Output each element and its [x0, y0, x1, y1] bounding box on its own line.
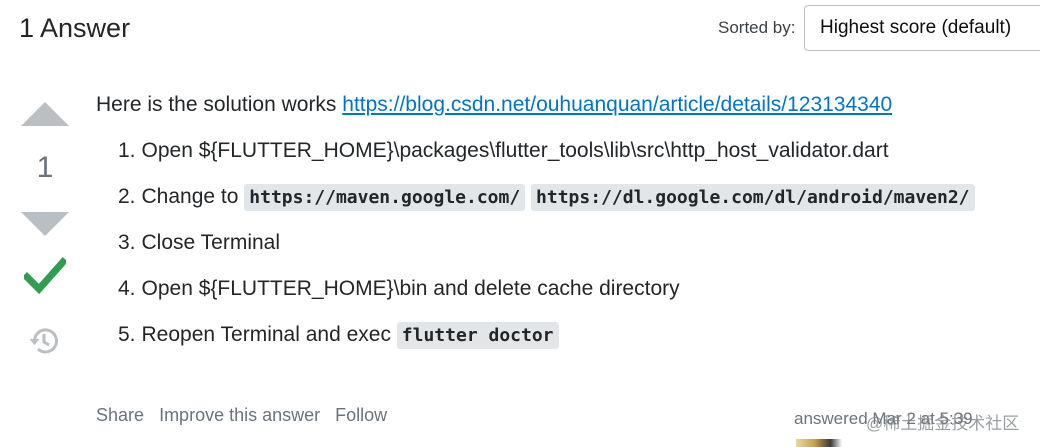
code-snippet: flutter doctor: [396, 322, 559, 349]
list-item: 3. Close Terminal: [96, 226, 1036, 260]
step-text: Reopen Terminal and exec: [141, 323, 397, 346]
sort-label: Sorted by:: [718, 18, 796, 37]
steps-list: 1. Open ${FLUTTER_HOME}\packages\flutter_…: [96, 134, 1036, 352]
step-text: Open ${FLUTTER_HOME}\packages\flutter_to…: [141, 139, 889, 162]
avatar[interactable]: [796, 439, 842, 447]
follow-link[interactable]: Follow: [335, 405, 387, 425]
step-text: Change to: [141, 185, 245, 208]
code-snippet: https://maven.google.com/: [244, 184, 526, 211]
answer-count-heading: 1 Answer: [19, 13, 131, 43]
list-item: 1. Open ${FLUTTER_HOME}\packages\flutter_…: [96, 134, 1036, 168]
step-number: 4.: [118, 277, 136, 300]
answer-body: Here is the solution works https://blog.…: [96, 88, 1036, 364]
step-text: Open ${FLUTTER_HOME}\bin and delete cach…: [141, 277, 680, 300]
step-number: 2.: [118, 185, 136, 208]
intro-paragraph: Here is the solution works https://blog.…: [96, 88, 1036, 122]
vote-count: 1: [36, 151, 54, 184]
step-number: 3.: [118, 231, 136, 254]
code-snippet: https://dl.google.com/dl/android/maven2/: [531, 184, 975, 211]
answers-header: 1 Answer Sorted by: Highest score (defau…: [0, 0, 1040, 60]
step-number: 1.: [118, 139, 136, 162]
step-number: 5.: [118, 323, 136, 346]
improve-answer-link[interactable]: Improve this answer: [159, 405, 320, 425]
step-text: Close Terminal: [141, 231, 281, 254]
share-link[interactable]: Share: [96, 405, 144, 425]
intro-text: Here is the solution works: [96, 93, 343, 116]
sort-select[interactable]: Highest score (default): [804, 5, 1040, 51]
solution-link[interactable]: https://blog.csdn.net/ouhuanquan/article…: [342, 93, 892, 116]
checkmark-icon: [24, 257, 66, 295]
upvote-arrow-icon[interactable]: [21, 102, 69, 126]
downvote-arrow-icon[interactable]: [21, 212, 69, 236]
post-menu: Share Improve this answer Follow: [96, 405, 397, 426]
list-item: 5. Reopen Terminal and exec flutter docto…: [96, 318, 1036, 352]
list-item: 2. Change to https://maven.google.com/ ht…: [96, 180, 1036, 214]
history-icon[interactable]: [28, 325, 60, 357]
watermark: @稀土掘金技术社区: [866, 414, 1020, 433]
list-item: 4. Open ${FLUTTER_HOME}\bin and delete ca…: [96, 272, 1036, 306]
